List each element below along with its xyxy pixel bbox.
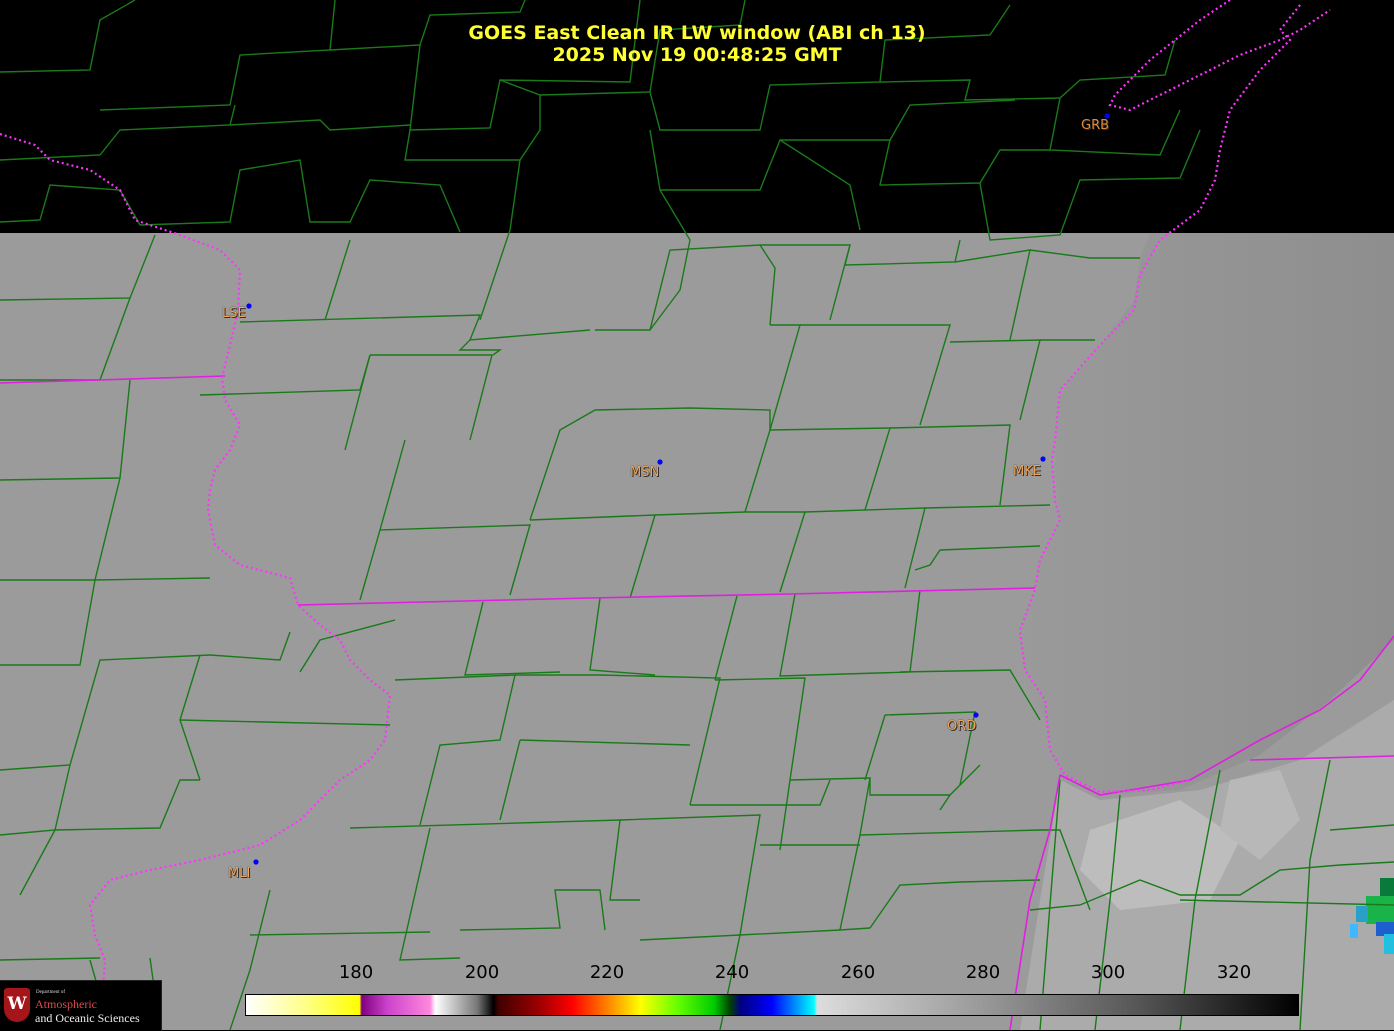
uw-aos-logo: W Department of Atmospheric and Oceanic …: [0, 980, 162, 1031]
station-label-mke: MKE: [1013, 464, 1041, 479]
colorbar-tick: 200: [464, 962, 500, 983]
map-title: GOES East Clean IR LW window (ABI ch 13): [468, 22, 926, 44]
colorbar-tick: 180: [338, 962, 374, 983]
station-label-grb: GRB: [1081, 118, 1110, 133]
colorbar-tick: 300: [1090, 962, 1126, 983]
colorbar-tick: 320: [1216, 962, 1252, 983]
colorbar-tick: 280: [965, 962, 1001, 983]
colorbar-tick: 220: [589, 962, 625, 983]
logo-dept: Department of: [36, 990, 66, 995]
station-label-ord: ORD: [947, 719, 977, 734]
colorbar-tick: 260: [840, 962, 876, 983]
station-label-lse: LSE: [222, 306, 246, 321]
colorbar-tick: 240: [714, 962, 750, 983]
crest-icon: W: [4, 988, 30, 1022]
logo-line1: Atmospheric: [35, 997, 97, 1011]
satellite-map: [0, 0, 1394, 1030]
station-label-mli: MLI: [228, 866, 251, 881]
temperature-colorbar: [245, 994, 1299, 1016]
station-label-msn: MSN: [630, 465, 660, 480]
map-timestamp: 2025 Nov 19 00:48:25 GMT: [552, 44, 842, 66]
logo-line2: and Oceanic Sciences: [35, 1011, 140, 1025]
